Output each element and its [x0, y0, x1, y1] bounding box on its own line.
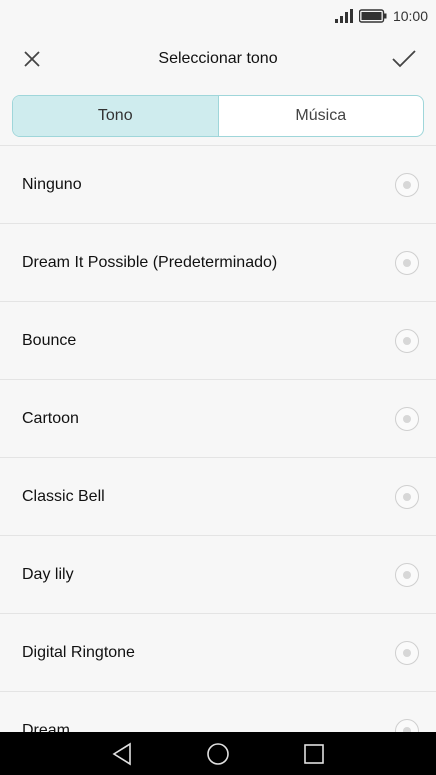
close-icon	[24, 51, 40, 67]
radio-button[interactable]	[395, 484, 419, 509]
tab-bar: Tono Música	[12, 95, 424, 137]
list-item[interactable]: Cartoon	[0, 380, 436, 458]
back-icon	[112, 742, 131, 765]
list-item[interactable]: Dream	[0, 692, 436, 732]
radio-button[interactable]	[395, 718, 419, 732]
radio-button[interactable]	[395, 406, 419, 431]
close-button[interactable]	[5, 32, 59, 86]
home-button[interactable]	[198, 734, 238, 774]
radio-button[interactable]	[395, 640, 419, 665]
list-item[interactable]: Classic Bell	[0, 458, 436, 536]
list-item[interactable]: Ninguno	[0, 146, 436, 224]
signal-icon	[334, 9, 353, 23]
page-title: Seleccionar tono	[158, 50, 278, 67]
radio-button[interactable]	[395, 172, 419, 197]
list-item[interactable]: Dream It Possible (Predeterminado)	[0, 224, 436, 302]
radio-button[interactable]	[395, 250, 419, 275]
back-button[interactable]	[102, 734, 142, 774]
list-item-label: Classic Bell	[22, 487, 105, 505]
status-time: 10:00	[392, 8, 428, 24]
navigation-bar	[0, 732, 436, 775]
list-item-label: Dream	[22, 721, 71, 733]
list-item[interactable]: Bounce	[0, 302, 436, 380]
recents-icon	[304, 743, 324, 764]
list-item-label: Digital Ringtone	[22, 643, 135, 661]
confirm-button[interactable]	[377, 32, 431, 86]
radio-button[interactable]	[395, 562, 419, 587]
recents-button[interactable]	[294, 734, 334, 774]
list-item-label: Dream It Possible (Predeterminado)	[22, 253, 278, 271]
home-icon	[207, 742, 229, 765]
tab-musica[interactable]: Música	[219, 96, 424, 136]
list-item[interactable]: Day lily	[0, 536, 436, 614]
radio-button[interactable]	[395, 328, 419, 353]
list-item-label: Day lily	[22, 565, 74, 583]
list-item-label: Bounce	[22, 331, 77, 349]
list-item-label: Ninguno	[22, 175, 82, 193]
status-bar: 10:00	[0, 0, 436, 32]
list-item[interactable]: Digital Ringtone	[0, 614, 436, 692]
checkmark-icon	[392, 50, 416, 68]
list-item-label: Cartoon	[22, 409, 79, 427]
tab-tono[interactable]: Tono	[13, 96, 219, 136]
ringtone-list[interactable]: Ninguno Dream It Possible (Predeterminad…	[0, 145, 436, 732]
header: Seleccionar tono	[0, 32, 436, 86]
battery-icon	[358, 9, 387, 23]
